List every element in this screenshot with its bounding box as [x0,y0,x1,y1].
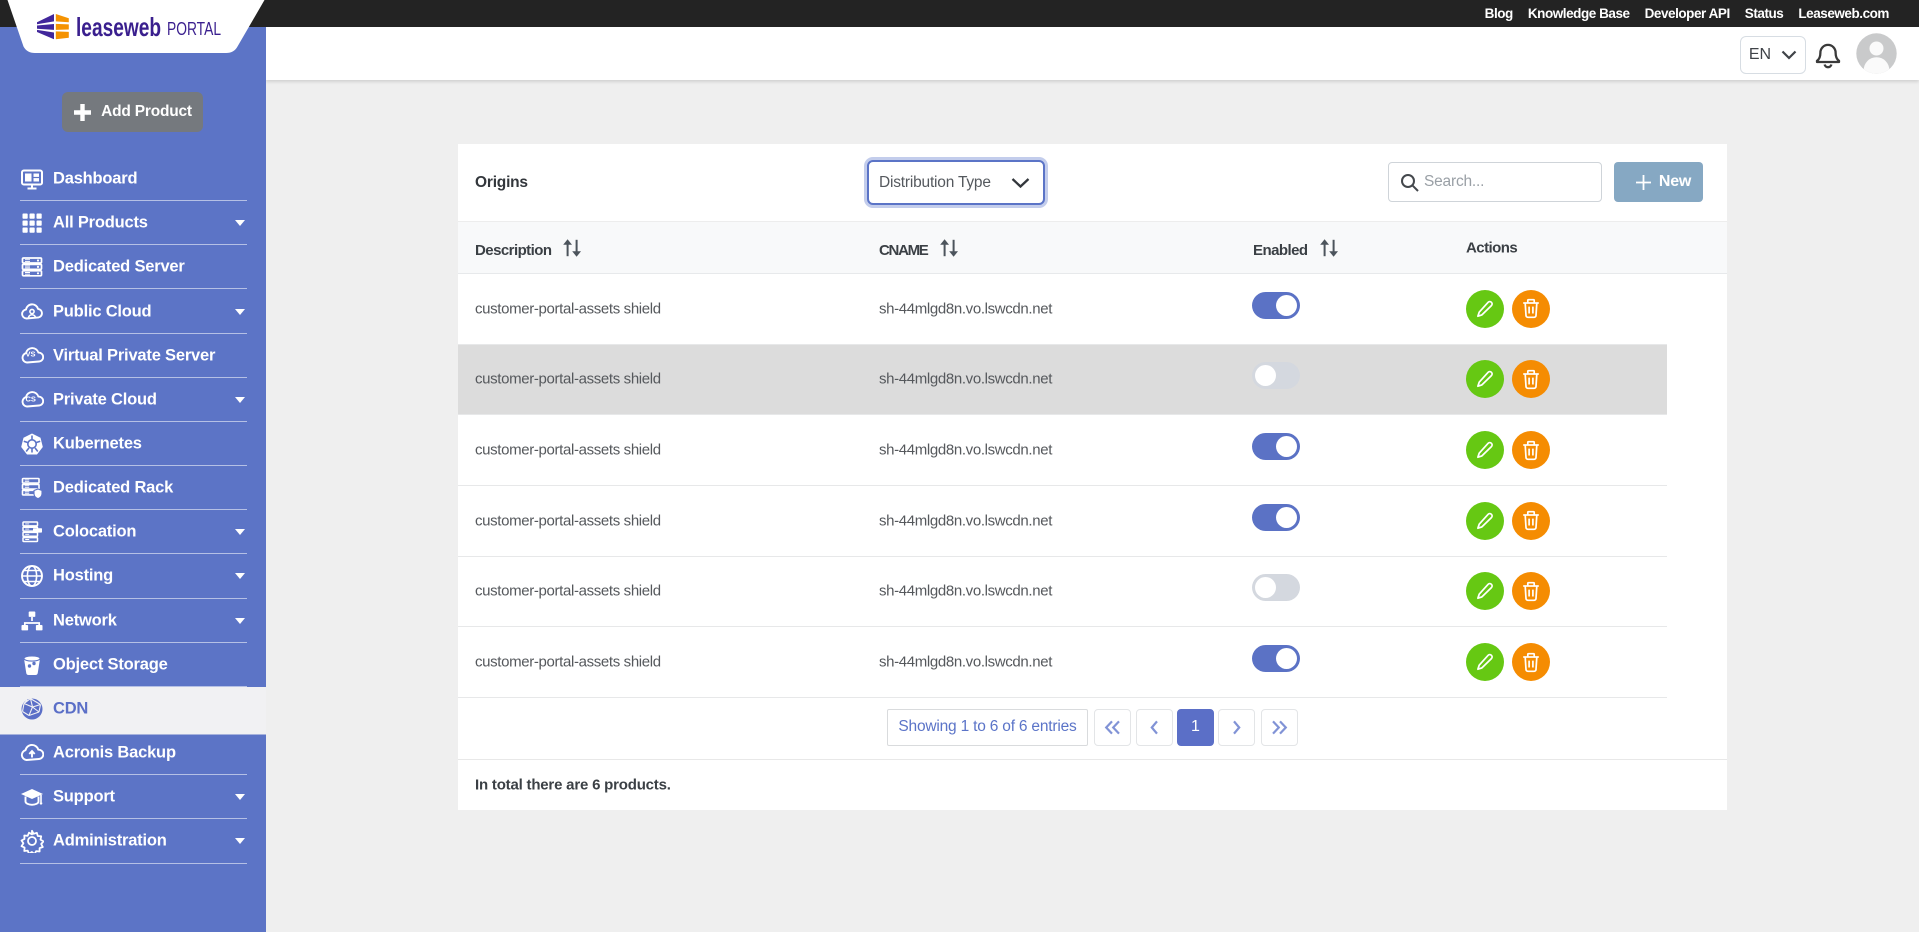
svg-text:leaseweb: leaseweb [76,12,161,42]
svg-text:PORTAL: PORTAL [167,19,221,39]
svg-text:CS: CS [26,394,36,403]
svg-text:VS: VS [26,349,36,358]
